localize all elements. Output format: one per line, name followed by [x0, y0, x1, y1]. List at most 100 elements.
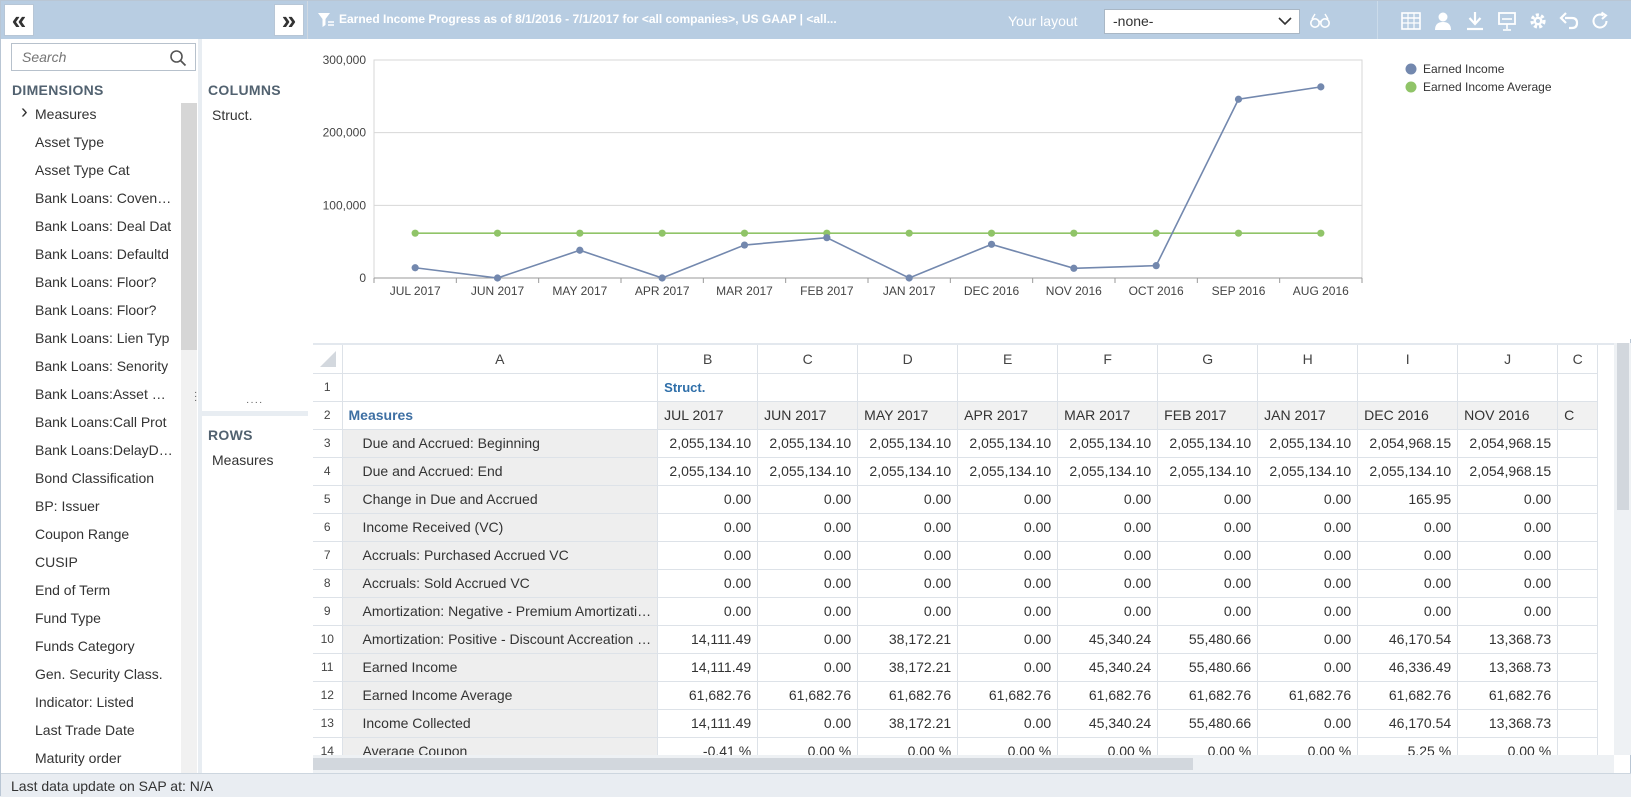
grid-cell[interactable]: 0.00	[1357, 541, 1459, 570]
grid-cell[interactable]: 55,480.66	[1157, 709, 1259, 738]
search-input[interactable]	[12, 44, 162, 70]
column-letter[interactable]: C	[757, 345, 859, 374]
month-header[interactable]: JUN 2017	[757, 401, 859, 430]
grid-cell[interactable]: 0.00	[1257, 709, 1359, 738]
grid-cell[interactable]: 45,340.24	[1057, 709, 1159, 738]
double-chevron-left-icon[interactable]: «	[4, 4, 34, 36]
grid-cell[interactable]: 0.00	[957, 653, 1059, 682]
grid-cell[interactable]: 0.00	[1257, 513, 1359, 542]
grid-cell[interactable]: 0.00	[657, 485, 759, 514]
presentation-icon[interactable]	[1496, 10, 1518, 32]
grid-cell[interactable]: 0.00	[757, 485, 859, 514]
column-letter[interactable]: H	[1257, 345, 1359, 374]
dimension-item[interactable]: Bank Loans: Floor?	[1, 268, 181, 296]
grid-cell[interactable]: 0.00	[1057, 569, 1159, 598]
row-label[interactable]: Accruals: Purchased Accrued VC	[342, 541, 659, 570]
row-label[interactable]: Income Collected	[342, 709, 659, 738]
row-label[interactable]: Accruals: Sold Accrued VC	[342, 569, 659, 598]
layout-select[interactable]: -none-	[1104, 9, 1300, 34]
dimension-item[interactable]: End of Term	[1, 576, 181, 604]
data-point[interactable]	[1152, 229, 1160, 237]
grid-cell[interactable]: 14,111.49	[657, 653, 759, 682]
grid-cell[interactable]: 0.00	[757, 625, 859, 654]
grid-cell[interactable]	[1557, 681, 1599, 710]
grid-cell[interactable]	[757, 373, 859, 402]
data-point[interactable]	[576, 229, 584, 237]
data-point[interactable]	[740, 241, 749, 249]
grid-cell[interactable]: 0.00	[1357, 569, 1459, 598]
grid-cell[interactable]: 0.00 %	[757, 737, 859, 755]
grid-cell[interactable]: 61,682.76	[857, 681, 959, 710]
grid-cell[interactable]: 14,111.49	[657, 625, 759, 654]
double-chevron-right-icon[interactable]: »	[274, 4, 304, 36]
splitter-grip[interactable]: · · ·	[194, 388, 197, 406]
grid-cell[interactable]: 0.00	[657, 513, 759, 542]
row-label[interactable]: Due and Accrued: End	[342, 457, 659, 486]
struct-header[interactable]: Struct.	[657, 373, 759, 402]
grid-cell[interactable]	[1557, 541, 1599, 570]
grid-cell[interactable]: 45,340.24	[1057, 653, 1159, 682]
grid-cell[interactable]: 61,682.76	[1157, 681, 1259, 710]
month-header[interactable]: MAR 2017	[1057, 401, 1159, 430]
dimensions-scrollbar-thumb[interactable]	[181, 103, 197, 350]
grid-cell[interactable]: 0.00	[1057, 597, 1159, 626]
column-letter[interactable]: C	[1557, 345, 1599, 374]
download-icon[interactable]	[1464, 10, 1486, 32]
grid-cell[interactable]: 2,055,134.10	[757, 457, 859, 486]
grid-cell[interactable]: 0.00	[757, 513, 859, 542]
grid-cell[interactable]	[1557, 457, 1599, 486]
row-label[interactable]: Amortization: Negative - Premium Amortiz…	[342, 597, 659, 626]
data-point[interactable]	[1070, 264, 1078, 272]
data-point[interactable]	[493, 229, 502, 237]
grid-cell[interactable]: 55,480.66	[1157, 625, 1259, 654]
data-point[interactable]	[740, 229, 749, 237]
grid-cell[interactable]: 13,368.73	[1457, 625, 1559, 654]
grid-cell[interactable]: 0.00	[957, 625, 1059, 654]
grid-cell[interactable]: 0.00	[757, 569, 859, 598]
dimension-item[interactable]: Asset Type	[1, 128, 181, 156]
grid-cell[interactable]: 0.00	[957, 709, 1059, 738]
data-point[interactable]	[1317, 83, 1325, 91]
grid-cell[interactable]: 0.00 %	[957, 737, 1059, 755]
grid-cell[interactable]: 0.00	[1257, 625, 1359, 654]
dimension-item[interactable]: Bank Loans: Coven…	[1, 184, 181, 212]
grid-cell[interactable]: 0.00	[1257, 597, 1359, 626]
grid-cell[interactable]: 38,172.21	[857, 709, 959, 738]
grid-horizontal-scrollbar[interactable]	[313, 755, 1614, 773]
grid-cell[interactable]: 0.00	[757, 597, 859, 626]
row-label[interactable]: Earned Income	[342, 653, 659, 682]
grid-cell[interactable]: 0.00	[1457, 513, 1559, 542]
grid-cell[interactable]: 46,336.49	[1357, 653, 1459, 682]
grid-cell[interactable]: 13,368.73	[1457, 709, 1559, 738]
column-letter[interactable]: J	[1457, 345, 1559, 374]
grid-cell[interactable]: 5.25 %	[1357, 737, 1459, 755]
grid-cell[interactable]	[1257, 373, 1359, 402]
grid-cell[interactable]: 0.00	[857, 569, 959, 598]
grid-cell[interactable]: 0.00	[957, 513, 1059, 542]
column-letter[interactable]: G	[1157, 345, 1259, 374]
legend-label[interactable]: Earned Income	[1423, 62, 1505, 76]
grid-cell[interactable]: 0.00	[957, 569, 1059, 598]
grid-cell[interactable]: 2,055,134.10	[1157, 457, 1259, 486]
refresh-icon[interactable]	[1589, 10, 1611, 32]
grid-cell[interactable]: 2,055,134.10	[657, 429, 759, 458]
grid-cell[interactable]: 2,055,134.10	[1057, 457, 1159, 486]
grid-cell[interactable]: 0.00	[657, 541, 759, 570]
dimension-item[interactable]: Bank Loans: Senority	[1, 352, 181, 380]
grid-cell[interactable]	[1557, 653, 1599, 682]
dimension-item[interactable]: BP: Issuer	[1, 492, 181, 520]
grid-cell[interactable]: 46,170.54	[1357, 709, 1459, 738]
column-letter[interactable]: F	[1057, 345, 1159, 374]
grid-cell[interactable]: 2,055,134.10	[1057, 429, 1159, 458]
glasses-icon[interactable]	[1309, 10, 1331, 32]
data-point[interactable]	[905, 229, 913, 237]
grid-cell[interactable]: 0.00	[1157, 597, 1259, 626]
dimension-item[interactable]: Bond Classification	[1, 464, 181, 492]
grid-cell[interactable]: 0.00	[1457, 597, 1559, 626]
grid-cell[interactable]: 0.00	[1257, 569, 1359, 598]
grid-cell[interactable]: 0.00	[957, 485, 1059, 514]
grid-cell[interactable]: 0.00	[1457, 541, 1559, 570]
data-point[interactable]	[987, 240, 996, 248]
dimension-item[interactable]: Bank Loans:Call Prot	[1, 408, 181, 436]
grid-cell[interactable]: 13,368.73	[1457, 653, 1559, 682]
